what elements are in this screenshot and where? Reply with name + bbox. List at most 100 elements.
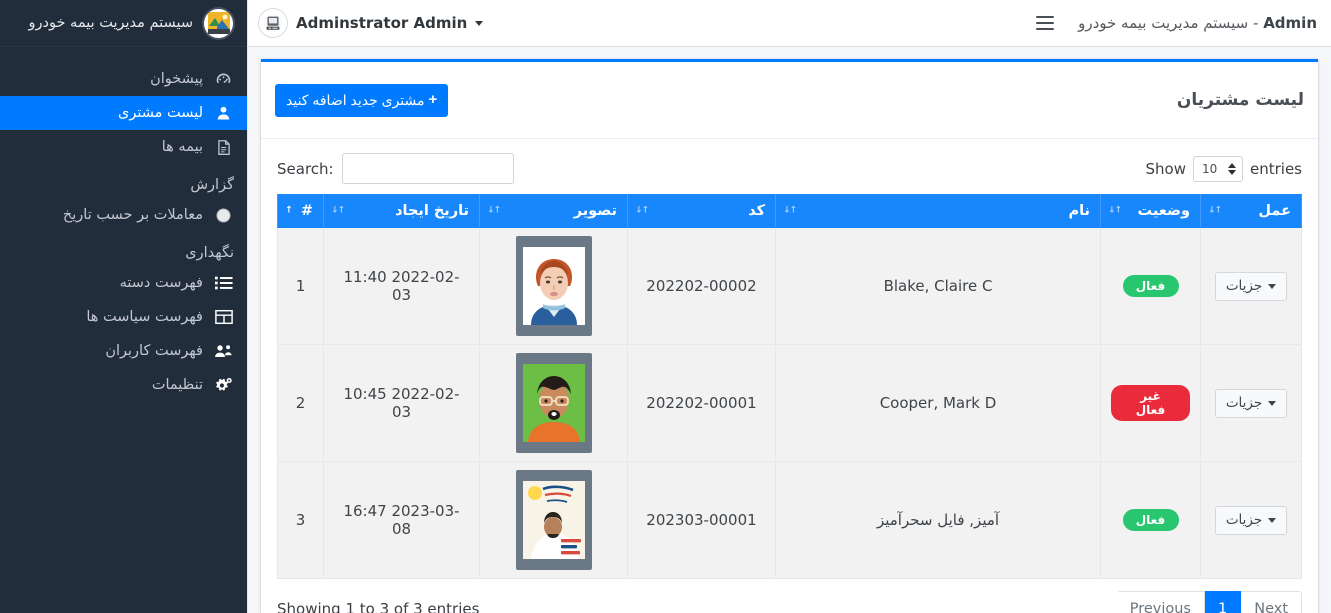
details-button-label: جزیات: [1225, 511, 1263, 528]
sort-icon: ↑↓: [331, 205, 345, 216]
sidebar-item-settings[interactable]: تنظیمات: [0, 368, 247, 402]
status-badge: فعال: [1122, 275, 1179, 297]
column-header-action[interactable]: عمل ↑↓: [1200, 194, 1302, 228]
sort-asc-icon: ↑: [285, 205, 292, 216]
column-header-code[interactable]: کد ↑↓: [627, 194, 776, 228]
sidebar-item-label: فهرست کاربران: [105, 343, 203, 359]
sidebar-brand[interactable]: سیستم مدیریت بیمه خودرو: [0, 0, 247, 47]
spinner-icon: [1228, 162, 1236, 175]
column-header-created[interactable]: تاریخ ایجاد ↑↓: [323, 194, 480, 228]
column-header-name[interactable]: نام ↑↓: [775, 194, 1101, 228]
column-header-index[interactable]: # ↑: [277, 194, 324, 228]
cell-status: فعال: [1100, 227, 1201, 345]
table-footer: Next 1 Previous Showing 1 to 3 of 3 entr…: [277, 579, 1302, 613]
topbar-left: Admin - سیستم مدیریت بیمه خودرو: [1034, 12, 1317, 34]
status-badge: غیر فعال: [1111, 385, 1190, 421]
customer-photo-blake: [515, 236, 592, 336]
sidebar-item-insurances[interactable]: بیمه ها: [0, 130, 247, 164]
sidebar-item-user-list[interactable]: فهرست کاربران: [0, 334, 247, 368]
pagination-page-1[interactable]: 1: [1203, 591, 1242, 613]
sort-icon: ↑↓: [487, 205, 501, 216]
cell-created: 10:45 2022-02-03: [323, 344, 480, 462]
sidebar-item-customer-list[interactable]: لیست مشتری: [0, 96, 247, 130]
sidebar-item-label: معاملات بر حسب تاریخ: [62, 207, 203, 223]
cell-action: جزیات: [1200, 227, 1302, 345]
sidebar-item-label: بیمه ها: [161, 139, 203, 155]
cell-index: 3: [277, 461, 324, 579]
table-head: عمل ↑↓ وضعیت ↑↓ نام ↑↓ کد ↑↓ تصویر ↑↓ تاریخ ا…: [277, 194, 1302, 228]
sidebar-item-label: فهرست دسته: [119, 275, 203, 291]
show-label: Show: [1145, 159, 1186, 178]
user-menu[interactable]: Adminstrator Admin: [258, 8, 485, 38]
entries-label: entries: [1250, 159, 1302, 178]
circle-icon: [213, 205, 234, 225]
sidebar-nav: پیشخوان لیست مشتری بیمه ها گزارش معاملات…: [0, 47, 247, 402]
plus-icon: +: [428, 91, 438, 108]
page-length-control: Show 10 entries: [1145, 155, 1302, 182]
card-header: لیست مشتریان مشتری جدید اضافه کنید +: [261, 62, 1318, 139]
sidebar-item-label: پیشخوان: [150, 71, 203, 87]
customer-table: عمل ↑↓ وضعیت ↑↓ نام ↑↓ کد ↑↓ تصویر ↑↓ تاریخ ا…: [277, 194, 1302, 579]
pagination-next[interactable]: Next: [1240, 591, 1302, 613]
add-customer-button[interactable]: مشتری جدید اضافه کنید +: [275, 83, 449, 117]
cell-action: جزیات: [1200, 461, 1302, 579]
cell-code: 202202-00002: [627, 227, 776, 345]
page-length-value: 10: [1202, 161, 1218, 176]
table-controls: Show 10 entries Search:: [277, 149, 1302, 194]
page-title: لیست مشتریان: [1176, 90, 1304, 110]
details-button[interactable]: جزیات: [1214, 271, 1288, 301]
details-button-label: جزیات: [1225, 394, 1263, 411]
sidebar-item-label: تنظیمات: [151, 377, 203, 393]
cell-image: [479, 461, 628, 579]
sidebar-brand-title: سیستم مدیریت بیمه خودرو: [28, 15, 193, 31]
sidebar-section-reports: گزارش: [190, 177, 234, 193]
file-icon: [213, 137, 234, 157]
pagination-previous[interactable]: Previous: [1116, 591, 1205, 613]
users-icon: [213, 341, 234, 361]
sidebar-item-dashboard[interactable]: پیشخوان: [0, 62, 247, 96]
cell-code: 202202-00001: [627, 344, 776, 462]
cell-name: Cooper, Mark D: [775, 344, 1101, 462]
details-button[interactable]: جزیات: [1214, 505, 1288, 535]
caret-down-icon: [475, 20, 484, 26]
cell-action: جزیات: [1200, 344, 1302, 462]
sidebar-section-maintenance: نگهداری: [185, 245, 234, 261]
details-button[interactable]: جزیات: [1214, 388, 1288, 418]
card-body: Show 10 entries Search: عمل ↑↓ وضعیت ↑↓ …: [261, 139, 1318, 613]
sidebar-item-policy-list[interactable]: فهرست سیاست ها: [0, 300, 247, 334]
customer-photo-cooper: [515, 353, 592, 453]
content-area: لیست مشتریان مشتری جدید اضافه کنید + Sho…: [248, 47, 1331, 613]
topbar-title: Admin - سیستم مدیریت بیمه خودرو: [1078, 14, 1317, 32]
search-input[interactable]: [341, 153, 514, 184]
cell-status: فعال: [1100, 461, 1201, 579]
sort-icon: ↑↓: [1108, 205, 1122, 216]
cell-name: آمیز, فایل سحرآمیز: [775, 461, 1101, 579]
user-icon: [213, 103, 234, 123]
table-info: Showing 1 to 3 of 3 entries: [277, 600, 480, 613]
table-body: جزیات فعال Blake, Claire C 202202-00002: [277, 227, 1302, 579]
topbar: Admin - سیستم مدیریت بیمه خودرو Adminstr: [248, 0, 1331, 47]
cell-status: غیر فعال: [1100, 344, 1201, 462]
page-length-select[interactable]: 10: [1193, 155, 1243, 182]
cell-index: 2: [277, 344, 324, 462]
main-area: Admin - سیستم مدیریت بیمه خودرو Adminstr: [247, 0, 1331, 613]
caret-down-icon: [1268, 283, 1277, 289]
sort-icon: ↑↓: [635, 205, 649, 216]
sidebar-item-label: لیست مشتری: [117, 105, 203, 121]
topbar-title-rest: - سیستم مدیریت بیمه خودرو: [1078, 14, 1259, 32]
table-header-row: عمل ↑↓ وضعیت ↑↓ نام ↑↓ کد ↑↓ تصویر ↑↓ تاریخ ا…: [277, 194, 1302, 228]
column-header-image[interactable]: تصویر ↑↓: [479, 194, 628, 228]
status-badge: فعال: [1122, 509, 1179, 531]
list-icon: [213, 273, 234, 293]
sidebar-item-category-list[interactable]: فهرست دسته: [0, 266, 247, 300]
sidebar-item-transactions-by-date[interactable]: معاملات بر حسب تاریخ: [0, 198, 247, 232]
dashboard-icon: [213, 69, 234, 89]
table-row: جزیات فعال Blake, Claire C 202202-00002: [277, 227, 1302, 345]
cell-created: 16:47 2023-03-08: [323, 461, 480, 579]
cell-index: 1: [277, 227, 324, 345]
cell-image: [479, 227, 628, 345]
caret-down-icon: [1268, 517, 1277, 523]
table-row: جزیات فعال آمیز, فایل سحرآمیز 202303-000…: [277, 461, 1302, 579]
column-header-status[interactable]: وضعیت ↑↓: [1100, 194, 1201, 228]
hamburger-icon[interactable]: [1034, 12, 1056, 34]
